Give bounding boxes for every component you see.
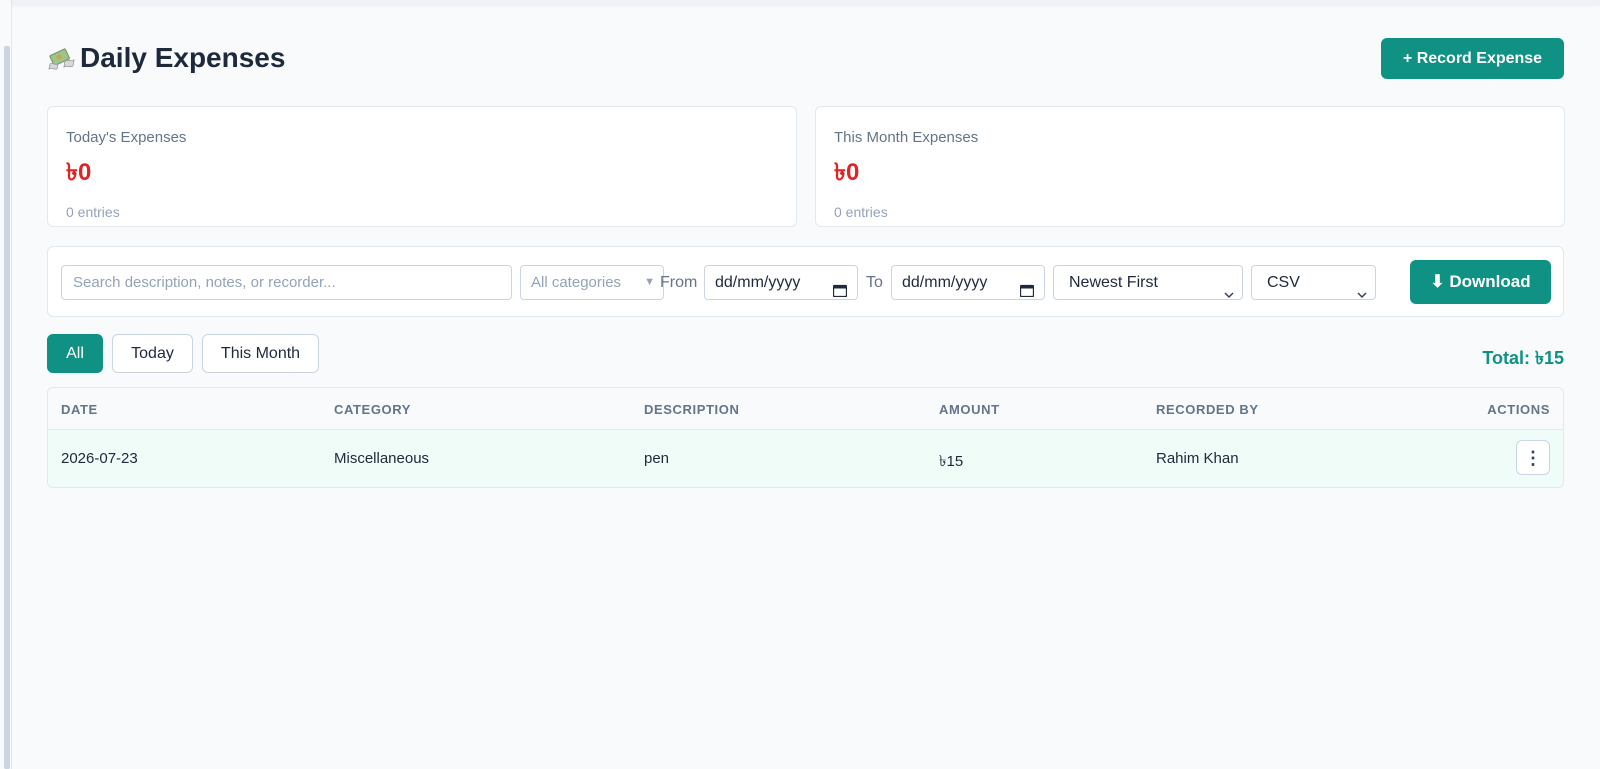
today-expenses-card: Today's Expenses ৳0 0 entries [47,106,797,227]
from-date-input[interactable]: dd/mm/yyyy [704,265,858,300]
category-select[interactable]: All categories ▼ [520,265,664,300]
from-date-value: dd/mm/yyyy [715,274,801,291]
card-value: ৳0 [834,159,860,186]
to-date-input[interactable]: dd/mm/yyyy [891,265,1045,300]
from-label: From [660,274,698,291]
tab-today[interactable]: Today [112,334,193,373]
chevron-down-icon [1357,278,1367,299]
money-with-wings-icon [47,44,75,72]
card-value: ৳0 [66,159,92,186]
column-header-date: DATE [61,402,98,417]
cell-description: pen [644,450,670,467]
cell-recorded-by: Rahim Khan [1156,450,1239,467]
month-expenses-card: This Month Expenses ৳0 0 entries [815,106,1565,227]
record-expense-button[interactable]: + Record Expense [1381,38,1564,79]
tab-all[interactable]: All [47,334,103,373]
page-title-text: Daily Expenses [80,42,286,73]
scrollbar[interactable] [4,46,10,769]
tab-this-month[interactable]: This Month [202,334,319,373]
page-header: Daily Expenses + Record Expense [47,38,1564,80]
cell-amount: ৳15 [939,453,964,470]
expenses-table: DATE CATEGORY DESCRIPTION AMOUNT RECORDE… [47,387,1564,488]
sort-select-value: Newest First [1069,274,1158,291]
column-header-description: DESCRIPTION [644,402,740,417]
page-title: Daily Expenses [47,42,285,74]
calendar-icon[interactable] [1019,276,1035,298]
cell-category: Miscellaneous [334,450,430,467]
column-header-amount: AMOUNT [939,402,1000,417]
cell-date: 2026-07-23 [61,450,138,467]
download-button[interactable]: ⬇ Download [1410,260,1551,304]
filter-bar: All categories ▼ From dd/mm/yyyy To dd/m… [47,246,1564,317]
format-select-value: CSV [1267,274,1300,291]
search-input[interactable] [61,265,512,300]
total-amount: Total: ৳15 [1482,348,1564,368]
table-header: DATE CATEGORY DESCRIPTION AMOUNT RECORDE… [48,388,1563,430]
column-header-recorded-by: RECORDED BY [1156,402,1259,417]
summary-cards: Today's Expenses ৳0 0 entries This Month… [47,106,1565,227]
to-date-value: dd/mm/yyyy [902,274,988,291]
more-vertical-icon[interactable]: ⋮ [1516,440,1550,475]
card-label: This Month Expenses [834,129,979,146]
sort-select[interactable]: Newest First [1053,265,1243,300]
format-select[interactable]: CSV [1251,265,1376,300]
top-bar [12,0,1600,5]
column-header-actions: ACTIONS [1487,402,1550,417]
calendar-icon[interactable] [832,276,848,298]
chevron-down-icon [1224,278,1234,299]
table-row[interactable]: 2026-07-23 Miscellaneous pen ৳15 Rahim K… [48,430,1563,487]
category-select-value: All categories [531,274,622,291]
card-label: Today's Expenses [66,129,187,146]
column-header-category: CATEGORY [334,402,412,417]
to-label: To [866,274,883,291]
card-entries: 0 entries [834,204,888,220]
card-entries: 0 entries [66,204,120,220]
triangle-down-icon: ▼ [644,276,655,288]
